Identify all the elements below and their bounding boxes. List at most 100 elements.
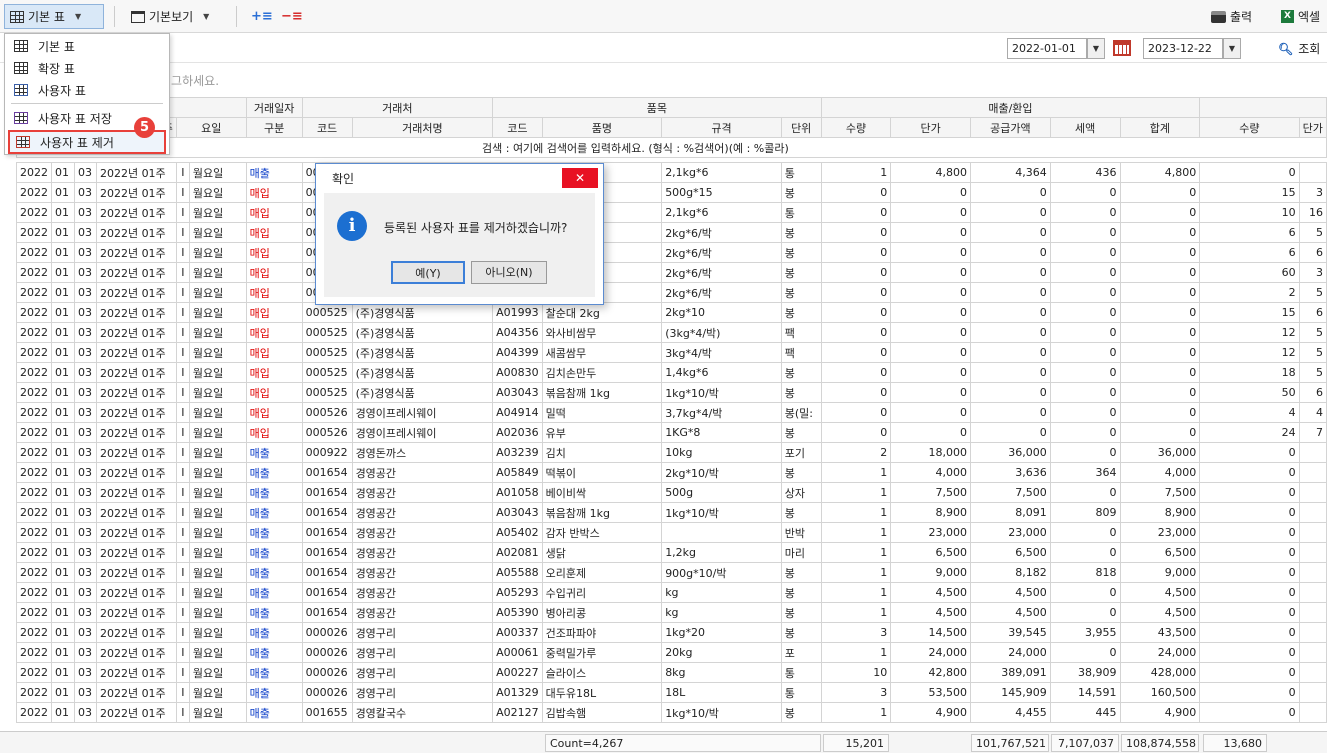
cell-day: 03: [73, 622, 97, 643]
column-header-tax[interactable]: 세액: [1049, 117, 1121, 138]
table-row[interactable]: 2022 01 03 2022년 01주 I 월요일 매입 000526 경영이프레시웨이 A02…: [16, 422, 1327, 443]
column-header-type[interactable]: 구분: [245, 117, 303, 138]
close-icon[interactable]: ✕: [562, 168, 598, 188]
end-date-input[interactable]: 2023-12-22: [1143, 38, 1223, 59]
cell-week: 2022년 01주: [95, 182, 177, 203]
start-date-input[interactable]: 2022-01-01: [1007, 38, 1087, 59]
search-button[interactable]: 🔍︎ 조회: [1278, 40, 1320, 57]
chevron-down-icon: ▼: [74, 12, 82, 21]
column-header-customer-name[interactable]: 거래처명: [351, 117, 494, 138]
cell-week: 2022년 01주: [95, 442, 177, 463]
table-row[interactable]: 2022 01 03 2022년 01주 I 월요일 매출 001654 경영공간 A05390 병…: [16, 602, 1327, 623]
column-header-spec[interactable]: 규격: [661, 117, 782, 138]
cell-spec: kg: [661, 582, 782, 603]
table-row[interactable]: 202201032022년 01주I월요일매입000타2kg*6/박봉00000…: [16, 262, 1327, 283]
column-header-supply[interactable]: 공급가액: [969, 117, 1051, 138]
table-row[interactable]: 2022 01 03 2022년 01주 I 월요일 매입 000525 (주)경영식품 A043…: [16, 342, 1327, 363]
menu-item-extended-table[interactable]: 확장 표: [8, 58, 166, 78]
cell-year: 2022: [16, 282, 52, 303]
cell-customer-code: 000922: [301, 442, 353, 463]
table-row[interactable]: 202201032022년 01주I월요일매출0002,1kg*6통14,800…: [16, 162, 1327, 183]
cell-supply: 36,000: [969, 442, 1051, 463]
cell-item-name: 생닭: [541, 542, 663, 563]
table-row[interactable]: 2022 01 03 2022년 01주 I 월요일 매출 000026 경영구리 A00061 중…: [16, 642, 1327, 663]
column-header-price[interactable]: 단가: [890, 117, 971, 138]
cell-price2: 5: [1298, 282, 1327, 303]
excel-label: 엑셀: [1298, 10, 1321, 24]
cell-price2: 5: [1298, 322, 1327, 343]
column-header-unit[interactable]: 단위: [780, 117, 822, 138]
search-row-input[interactable]: 검색 : 여기에 검색어를 입력하세요. (형식 : %검색어)(예 : %콜라…: [16, 137, 1327, 158]
table-row[interactable]: 2022 01 03 2022년 01주 I 월요일 매입 000525 (주)경영식품 A043…: [16, 322, 1327, 343]
table-row[interactable]: 2022 01 03 2022년 01주 I 월요일 매출 001654 경영공간 A05588 오…: [16, 562, 1327, 583]
view-label: 기본보기: [149, 10, 194, 24]
cell-marker: I: [175, 322, 190, 343]
remove-column-button[interactable]: −≡: [276, 4, 303, 29]
column-header-item-code[interactable]: 코드: [492, 117, 543, 138]
table-row[interactable]: 202201032022년 01주I월요일매입000타2kg*6/박봉00000…: [16, 282, 1327, 303]
table-row[interactable]: 2022 01 03 2022년 01주 I 월요일 매입 000525 (주)경영식품 A030…: [16, 382, 1327, 403]
cell-price2: 5: [1298, 222, 1327, 243]
table-row[interactable]: 2022 01 03 2022년 01주 I 월요일 매출 001654 경영공간 A03043 볶…: [16, 502, 1327, 523]
table-row[interactable]: 2022 01 03 2022년 01주 I 월요일 매출 001655 경영칼국수 A02127…: [16, 702, 1327, 723]
cell-marker: I: [175, 262, 190, 283]
cell-year: 2022: [16, 502, 52, 523]
no-button[interactable]: 아니오(N): [471, 261, 547, 284]
cell-year: 2022: [16, 382, 52, 403]
cell-spec: 8kg: [661, 662, 782, 683]
column-header-total[interactable]: 합계: [1119, 117, 1201, 138]
cell-week: 2022년 01주: [95, 522, 177, 543]
cell-week: 2022년 01주: [95, 262, 177, 283]
column-header-weekday[interactable]: 요일: [175, 117, 247, 138]
chevron-down-icon[interactable]: ▼: [1223, 38, 1241, 59]
add-column-button[interactable]: +≡: [246, 4, 273, 29]
cell-qty2: 0: [1199, 582, 1300, 603]
calendar-icon[interactable]: [1113, 40, 1133, 58]
cell-item-name: 감자 반박스: [541, 522, 663, 543]
table-type-dropdown[interactable]: 기본 표 ▼: [4, 4, 104, 29]
table-row[interactable]: 2022 01 03 2022년 01주 I 월요일 매출 000026 경영구리 A00337 건…: [16, 622, 1327, 643]
table-row[interactable]: 2022 01 03 2022년 01주 I 월요일 매출 001654 경영공간 A02081 생…: [16, 542, 1327, 563]
column-header-customer-code[interactable]: 코드: [301, 117, 353, 138]
menu-item-basic-table[interactable]: 기본 표: [8, 36, 166, 56]
cell-year: 2022: [16, 602, 52, 623]
table-row[interactable]: 2022 01 03 2022년 01주 I 월요일 매출 000026 경영구리 A00227 슬…: [16, 662, 1327, 683]
column-header-item-name[interactable]: 품명: [541, 117, 663, 138]
cell-price: 4,500: [890, 582, 971, 603]
table-row[interactable]: 2022 01 03 2022년 01주 I 월요일 매출 001654 경영공간 A05293 수…: [16, 582, 1327, 603]
cell-spec: kg: [661, 602, 782, 623]
cell-qty: 0: [820, 282, 892, 303]
table-row[interactable]: 2022 01 03 2022년 01주 I 월요일 매출 001654 경영공간 A01058 베…: [16, 482, 1327, 503]
cell-qty2: 24: [1199, 422, 1300, 443]
cell-customer-code: 001654: [301, 522, 353, 543]
chevron-down-icon[interactable]: ▼: [1087, 38, 1105, 59]
table-row[interactable]: 202201032022년 01주I월요일매입000트2kg*6/박봉00000…: [16, 242, 1327, 263]
menu-item-user-table[interactable]: 사용자 표: [8, 80, 166, 100]
table-row[interactable]: 2022 01 03 2022년 01주 I 월요일 매출 001654 경영공간 A05849 떡…: [16, 462, 1327, 483]
excel-button[interactable]: X 엑셀: [1276, 4, 1326, 29]
table-row[interactable]: 202201032022년 01주I월요일매입0002kg*6/박봉000006…: [16, 222, 1327, 243]
table-row[interactable]: 202201032022년 01주I월요일매입0002,1kg*6통000001…: [16, 202, 1327, 223]
yes-button[interactable]: 예(Y): [391, 261, 465, 284]
table-row[interactable]: 202201032022년 01주I월요일매입000즈500g*15봉00000…: [16, 182, 1327, 203]
table-icon: [14, 62, 28, 74]
table-row[interactable]: 2022 01 03 2022년 01주 I 월요일 매출 000922 경영돈까스 A03239…: [16, 442, 1327, 463]
column-header-qty2[interactable]: 수량: [1199, 117, 1300, 138]
print-button[interactable]: 출력: [1206, 4, 1262, 29]
cell-type: 매입: [245, 422, 303, 443]
table-row[interactable]: 2022 01 03 2022년 01주 I 월요일 매입 000525 (주)경영식품 A008…: [16, 362, 1327, 383]
table-row[interactable]: 2022 01 03 2022년 01주 I 월요일 매입 000526 경영이프레시웨이 A04…: [16, 402, 1327, 423]
view-dropdown[interactable]: 기본보기 ▼: [126, 4, 224, 29]
column-header-price2[interactable]: 단가: [1298, 117, 1327, 138]
table-row[interactable]: 2022 01 03 2022년 01주 I 월요일 매출 001654 경영공간 A05402 감…: [16, 522, 1327, 543]
cell-week: 2022년 01주: [95, 622, 177, 643]
cell-customer-code: 001654: [301, 482, 353, 503]
table-type-label: 기본 표: [28, 10, 65, 24]
table-row[interactable]: 2022 01 03 2022년 01주 I 월요일 매출 000026 경영구리 A01329 대…: [16, 682, 1327, 703]
cell-supply: 3,636: [969, 462, 1051, 483]
cell-type: 매입: [245, 302, 303, 323]
cell-unit: 봉: [780, 602, 822, 623]
table-row[interactable]: 2022 01 03 2022년 01주 I 월요일 매입 000525 (주)경영식품 A019…: [16, 302, 1327, 323]
column-header-qty[interactable]: 수량: [820, 117, 892, 138]
cell-spec: 1,2kg: [661, 542, 782, 563]
